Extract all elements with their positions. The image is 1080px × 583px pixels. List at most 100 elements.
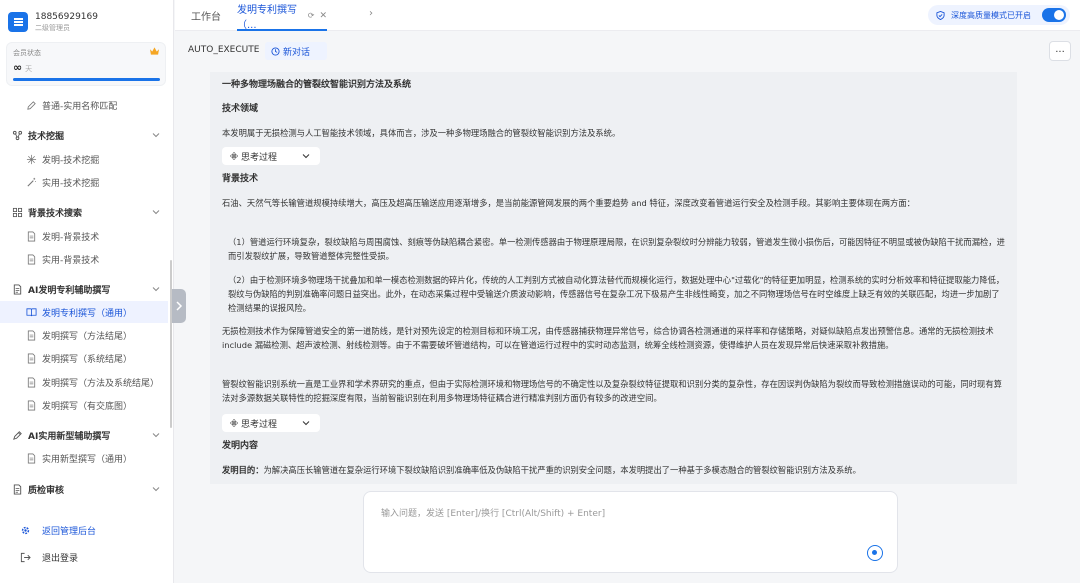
sidebar-item-invention-background[interactable]: 发明-背景技术 [0,225,168,247]
chevron-right-icon [176,301,183,311]
new-chat-button[interactable]: 新对话 [265,42,327,60]
document-icon [27,330,36,340]
thinking-toggle-2[interactable]: 思考过程 [222,414,320,432]
file-icon [13,283,22,295]
tab-workbench[interactable]: 工作台 [191,8,221,23]
new-chat-label: 新对话 [283,47,311,58]
sidebar-item-label: 实用新型撰写（通用） [42,454,133,465]
sidebar-group-tech-mining[interactable]: 技术挖掘 [0,124,168,146]
sidebar-item-label: 质检审核 [28,485,65,496]
network-icon [12,130,23,140]
chevron-down-icon[interactable] [152,131,160,139]
execution-mode-label: AUTO_EXECUTE [188,45,260,55]
chevron-down-icon[interactable] [152,431,160,439]
sidebar-item-label: 发明-技术挖掘 [42,155,100,166]
sidebar-item-invention-diagram[interactable]: 发明撰写（有交底图） [0,394,168,416]
sidebar-item-invention-system[interactable]: 发明撰写（系统结尾） [0,347,168,369]
purpose-text: 为解决高压长输管道在复杂运行环境下裂纹缺陷识别准确率低及伪缺陷干扰严重的识别安全… [263,465,861,475]
logout-icon [20,552,31,562]
sidebar-item-utility-mining[interactable]: 实用-技术挖掘 [0,171,168,193]
sidebar-item-label: 发明撰写（系统结尾） [42,354,133,365]
active-tab-indicator [237,29,327,31]
thinking-label: 思考过程 [241,419,278,430]
sidebar-item-label: 普通-实用名称匹配 [42,101,118,112]
back-to-admin-label: 返回管理后台 [42,526,97,537]
document-icon [27,377,36,387]
more-options-button[interactable]: ... [1049,41,1071,61]
close-icon[interactable]: ✕ [319,11,327,21]
tab-invention-writing[interactable]: 发明专利撰写（... ⟳ ✕ [237,5,327,31]
chevron-right-icon[interactable]: › [369,8,373,19]
sidebar: 18856929169 二级管理员 会员状态 ∞ 天 普通-实用名称匹配技术挖掘发… [0,0,174,583]
sidebar-item-label: AI实用新型辅助撰写 [28,431,111,442]
sidebar-group-background[interactable]: 背景技术搜索 [0,201,168,223]
sidebar-item-utility-general[interactable]: 实用新型撰写（通用） [0,447,168,469]
chevron-down-icon[interactable] [152,485,160,493]
background-paragraph-2: （1）管道运行环境复杂，裂纹缺陷与周围腐蚀、刻痕等伪缺陷耦合紧密。单一检测传感器… [228,237,1005,261]
field-paragraph: 本发明属于无损检测与人工智能技术领域，具体而言，涉及一种多物理场融合的管裂纹智能… [222,128,621,138]
chevron-down-icon [302,154,310,159]
member-status-label: 会员状态 [13,49,41,57]
user-profile[interactable]: 18856929169 二级管理员 [8,8,168,36]
sidebar-item-invention-method-system[interactable]: 发明撰写（方法及系统结尾） [0,371,168,393]
document-icon [27,453,36,463]
member-days-value: ∞ [13,61,23,74]
user-phone: 18856929169 [35,11,98,22]
sidebar-group-quality[interactable]: 质检审核 [0,478,168,500]
document-title: 一种多物理场融合的管裂纹智能识别方法及系统 [222,80,412,90]
chat-toolbar: AUTO_EXECUTE 新对话 ... [175,32,1080,70]
wand-icon [27,177,36,187]
document-icon [27,231,36,241]
grid-icon [12,207,23,217]
background-paragraph-1: 石油、天然气等长输管道规模持续增大，高压及超高压输送应用逐渐增多，是当前能源管网… [222,198,915,208]
chat-input-box[interactable]: 输入问题，发送 [Enter]/换行 [Ctrl(Alt/Shift) + En… [363,491,898,573]
back-to-admin-link[interactable]: 返回管理后台 [20,522,96,538]
sidebar-item-label: 发明-背景技术 [42,232,100,243]
sidebar-item-label: 发明撰写（方法结尾） [42,331,133,342]
sidebar-item-label: 实用-技术挖掘 [42,178,100,189]
sidebar-group-ai-utility[interactable]: AI实用新型辅助撰写 [0,424,168,446]
purpose-paragraph: 发明目的：为解决高压长输管道在复杂运行环境下裂纹缺陷识别准确率低及伪缺陷干扰严重… [222,463,1007,477]
member-status-card: 会员状态 ∞ 天 [6,42,166,86]
section-heading-background: 背景技术 [222,174,259,184]
user-role: 二级管理员 [35,23,70,32]
sidebar-item-label: 发明专利撰写（通用） [42,308,133,319]
sidebar-item-label: 发明撰写（有交底图） [42,401,133,412]
sidebar-nav: 普通-实用名称匹配技术挖掘发明-技术挖掘 实用-技术挖掘背景技术搜索发明-背景技术… [0,94,174,502]
clock-icon [271,46,280,56]
deep-mode-toggle[interactable] [1042,8,1066,22]
sidebar-item-invention-mining[interactable]: 发明-技术挖掘 [0,148,168,170]
thinking-label: 思考过程 [241,152,278,163]
book-icon [26,307,37,316]
sidebar-item-name-match[interactable]: 普通-实用名称匹配 [0,94,168,116]
member-progress-bar [13,78,160,81]
purpose-label: 发明目的： [222,465,264,475]
sidebar-item-invention-general[interactable]: 发明专利撰写（通用） [0,301,168,323]
sidebar-item-utility-background[interactable]: 实用-背景技术 [0,248,168,270]
send-icon[interactable] [867,545,883,561]
sidebar-scrollbar[interactable] [170,260,172,428]
sidebar-item-invention-method[interactable]: 发明撰写（方法结尾） [0,324,168,346]
chat-input-placeholder[interactable]: 输入问题，发送 [Enter]/换行 [Ctrl(Alt/Shift) + En… [381,506,605,519]
atom-icon [230,152,238,160]
chevron-down-icon [302,421,310,426]
logout-link[interactable]: 退出登录 [20,549,78,565]
menu-icon[interactable] [8,12,28,32]
section-heading-content: 发明内容 [222,441,259,451]
deep-mode-indicator: 深度高质量模式已开启 [928,5,1070,25]
chevron-down-icon[interactable] [152,208,160,216]
refresh-icon[interactable]: ⟳ [308,11,315,20]
shield-icon [936,10,945,20]
sidebar-item-label: AI发明专利辅助撰写 [28,285,111,296]
member-days-unit: 天 [25,65,33,73]
thinking-toggle-1[interactable]: 思考过程 [222,147,320,165]
sidebar-item-label: 背景技术搜索 [28,208,83,219]
sidebar-group-ai-invention[interactable]: AI发明专利辅助撰写 [0,278,168,300]
atom-icon [230,419,238,427]
document-icon [27,254,36,264]
sidebar-collapse-button[interactable] [172,289,186,323]
deep-mode-label: 深度高质量模式已开启 [951,10,1031,20]
crown-icon [150,47,159,55]
chevron-down-icon[interactable] [152,285,160,293]
sidebar-item-label: 技术挖掘 [28,131,65,142]
